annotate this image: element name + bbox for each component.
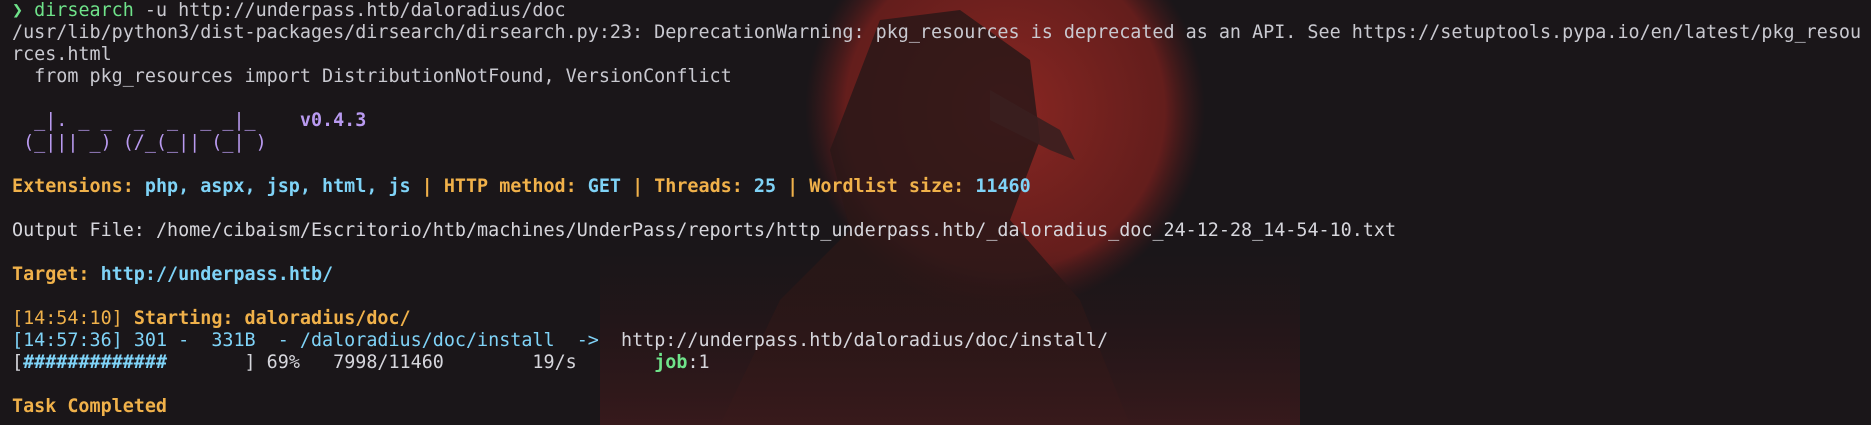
extensions-label: Extensions: [12,176,134,197]
terminal-output[interactable]: ❯ dirsearch -u http://underpass.htb/dalo… [0,0,1871,418]
result-timestamp: [14:57:36] [12,330,123,351]
progress-bar-empty [167,352,245,373]
separator: | [776,176,810,197]
task-completed-label: Task Completed [12,396,168,417]
job-label: job [576,352,688,373]
ascii-logo-art-1: _|. _ _ _ _ _ _|_ [12,110,256,131]
http-method-label: HTTP method: [443,176,577,197]
command-args: -u http://underpass.htb/daloradius/doc [133,0,566,21]
result-status: 301 - 331B - /daloradius/doc/install -> [133,330,621,351]
wordlist-label: Wordlist size: [809,176,965,197]
ascii-logo-line-1: _|. _ _ _ _ _ _|_ v0.4.3 [12,110,1871,132]
version-label: v0.4.3 [299,110,367,131]
ascii-logo-line-2: (_||| _) (/_(_|| (_| ) [12,132,267,153]
output-file-label: Output File: [12,220,145,241]
result-log-line: [14:57:36] 301 - 331B - /daloradius/doc/… [12,330,1871,352]
start-path: daloradius/doc/ [244,308,411,329]
extensions-value: php, aspx, jsp, html, js [144,176,411,197]
task-completed-line: Task Completed [12,396,1871,418]
output-file-line: Output File: /home/cibaism/Escritorio/ht… [12,220,1871,242]
separator: | [410,176,444,197]
command-line: ❯ dirsearch -u http://underpass.htb/dalo… [12,0,1871,22]
output-file-path: /home/cibaism/Escritorio/htb/machines/Un… [155,220,1397,241]
target-url: http://underpass.htb/ [100,264,334,285]
result-redirect-url: http://underpass.htb/daloradius/doc/inst… [621,330,1109,351]
http-method-value: GET [587,176,621,197]
threads-label: Threads: [654,176,743,197]
wordlist-value: 11460 [975,176,1031,197]
separator: | [621,176,655,197]
progress-percent: ] 69% [244,352,300,373]
threads-value: 25 [753,176,777,197]
target-label: Target: [12,264,90,285]
start-label: Starting: [133,308,234,329]
target-line: Target: http://underpass.htb/ [12,264,1871,286]
command-name: dirsearch [34,0,134,21]
progress-count: 7998/11460 [299,352,444,373]
progress-rate: 19/s [443,352,577,373]
progress-bar-fill: ############# [23,352,168,373]
progress-open-bracket: [ [12,352,24,373]
prompt-arrow-icon: ❯ [12,0,24,21]
deprecation-warning-line-3: from pkg_resources import DistributionNo… [12,66,732,87]
config-summary: Extensions: php, aspx, jsp, html, js | H… [12,176,1871,198]
deprecation-warning-line-2: rces.html [12,44,112,65]
start-timestamp: [14:54:10] [12,308,123,329]
progress-line: [############# ] 69% 7998/11460 19/s job… [12,352,1871,374]
deprecation-warning-line-1: /usr/lib/python3/dist-packages/dirsearch… [12,22,1862,43]
job-value: :1 [687,352,710,373]
start-log-line: [14:54:10] Starting: daloradius/doc/ [12,308,1871,330]
